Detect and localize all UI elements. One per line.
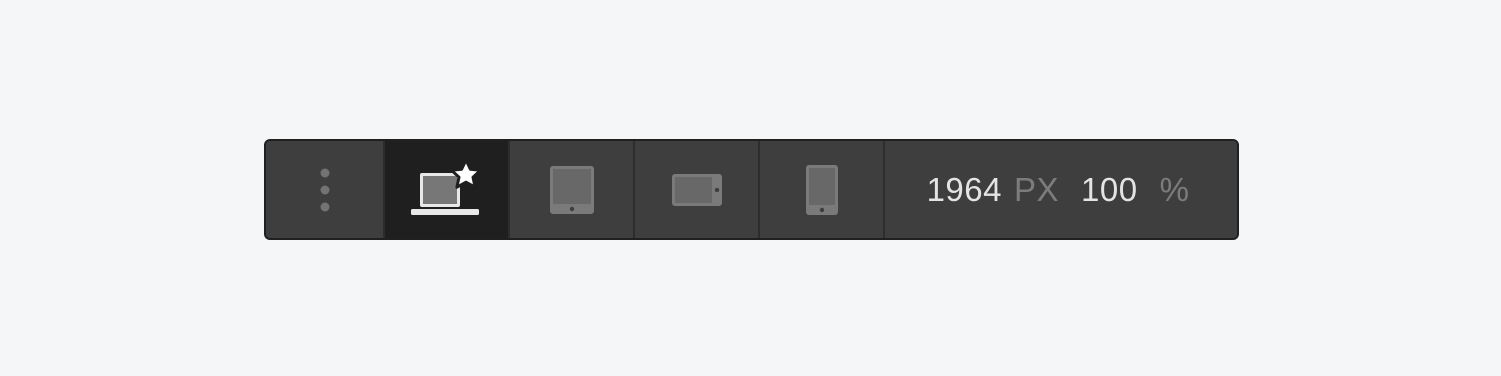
tablet-icon — [548, 164, 596, 216]
canvas-width-unit: PX — [1013, 170, 1060, 208]
zoom-unit: % — [1159, 170, 1190, 208]
phone-portrait-icon — [804, 163, 840, 217]
laptop-star-icon — [410, 158, 484, 221]
breakpoint-toolbar: 1964 PX 100 % — [264, 139, 1239, 240]
breakpoint-desktop-button[interactable] — [385, 141, 510, 238]
zoom-value[interactable]: 100 — [1081, 171, 1138, 209]
canvas-width-value[interactable]: 1964 — [927, 171, 1002, 209]
more-vertical-icon — [319, 167, 331, 213]
breakpoint-mobile-portrait-button[interactable] — [760, 141, 885, 238]
phone-landscape-icon — [670, 172, 724, 208]
breakpoint-mobile-landscape-button[interactable] — [635, 141, 760, 238]
canvas-size-readout: 1964 PX 100 % — [885, 141, 1237, 238]
more-options-button[interactable] — [266, 141, 385, 238]
breakpoint-tablet-button[interactable] — [510, 141, 635, 238]
